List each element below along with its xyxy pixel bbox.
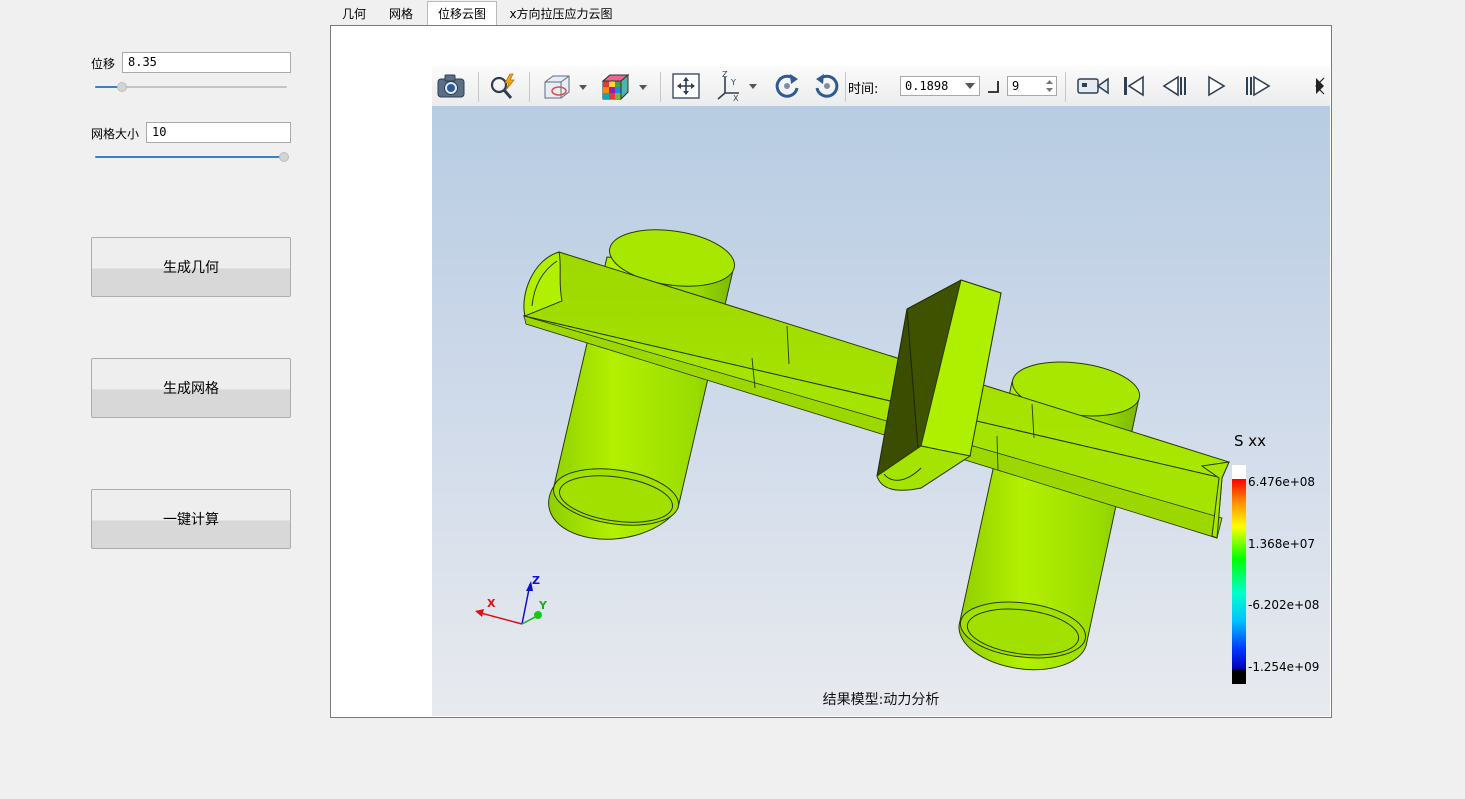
first-frame-icon[interactable] (1119, 66, 1149, 106)
legend-underflow-swatch (1232, 669, 1246, 684)
mesh-size-slider-handle[interactable] (279, 152, 289, 162)
legend-label-2: 1.368e+07 (1248, 537, 1315, 551)
next-frame-icon[interactable] (1241, 66, 1275, 106)
svg-text:Y: Y (730, 78, 736, 87)
fit-view-icon[interactable] (669, 66, 703, 106)
generate-geometry-button[interactable]: 生成几何 (91, 237, 291, 297)
toolbar-separator (1065, 72, 1066, 102)
mesh-size-input[interactable]: 10 (146, 122, 291, 143)
legend-overflow-swatch (1232, 465, 1246, 479)
color-legend: S xx 6.476e+08 1.368e+07 -6.202e+08 -1.2… (1232, 432, 1319, 684)
displacement-label: 位移 (91, 57, 116, 71)
frame-spinbox-value: 9 (1012, 79, 1020, 93)
probe-icon[interactable] (486, 66, 520, 106)
prev-frame-icon[interactable] (1159, 66, 1189, 106)
video-record-icon[interactable] (1073, 66, 1113, 106)
legend-title: S xx (1234, 432, 1266, 450)
toolbar-separator (660, 72, 661, 102)
rotate-ccw-icon[interactable] (810, 66, 844, 106)
displacement-slider-handle[interactable] (117, 82, 127, 92)
tab-geometry[interactable]: 几何 (333, 2, 375, 26)
rotate-cw-icon[interactable] (770, 66, 804, 106)
fea-model-render: X Z Y S xx 6.476e+08 1.368e+07 -6.202e+0… (475, 229, 1319, 708)
time-select-value: 0.1898 (905, 79, 949, 93)
frame-step-icon (988, 81, 999, 93)
displacement-input[interactable]: 8.35 (122, 52, 291, 73)
frame-spinbox[interactable]: 9 (1007, 76, 1057, 96)
toolbar-overflow-icon[interactable] (1312, 66, 1328, 106)
3d-viewport[interactable]: X Z Y S xx 6.476e+08 1.368e+07 -6.202e+0… (432, 106, 1330, 716)
generate-mesh-button[interactable]: 生成网格 (91, 358, 291, 418)
color-cube-icon[interactable] (598, 66, 650, 106)
tab-x-stress-contour[interactable]: x方向拉压应力云图 (501, 2, 621, 26)
legend-label-min: -1.254e+09 (1248, 660, 1319, 674)
axes-triad: X Z Y (475, 574, 548, 625)
legend-gradient (1232, 479, 1246, 669)
tab-mesh[interactable]: 网格 (380, 2, 422, 26)
play-icon[interactable] (1201, 66, 1231, 106)
mesh-size-label: 网格大小 (91, 127, 140, 141)
time-select[interactable]: 0.1898 (900, 76, 980, 96)
legend-label-3: -6.202e+08 (1248, 598, 1319, 612)
svg-text:X: X (733, 94, 739, 101)
toolbar-separator (478, 72, 479, 102)
one-click-compute-button[interactable]: 一键计算 (91, 489, 291, 549)
chevron-down-icon (965, 83, 975, 89)
mesh-size-slider-fill[interactable] (95, 156, 287, 158)
axis-x-label: X (487, 597, 496, 610)
display-mode-icon[interactable] (538, 66, 590, 106)
axes-icon[interactable]: ZYX (712, 66, 764, 106)
axis-y-label: Y (538, 599, 548, 612)
model-caption: 结果模型:动力分析 (823, 692, 940, 708)
camera-icon[interactable] (434, 66, 468, 106)
time-label: 时间: (848, 82, 879, 97)
viewer-toolbar: ZYX 时间: 0.1898 9 (432, 66, 1330, 107)
tab-displacement-contour[interactable]: 位移云图 (427, 1, 497, 27)
legend-label-max: 6.476e+08 (1248, 475, 1315, 489)
toolbar-separator (529, 72, 530, 102)
spin-arrows-icon[interactable] (1046, 79, 1053, 93)
toolbar-separator (845, 72, 846, 102)
svg-text:Z: Z (722, 71, 728, 79)
axis-z-label: Z (532, 574, 540, 587)
